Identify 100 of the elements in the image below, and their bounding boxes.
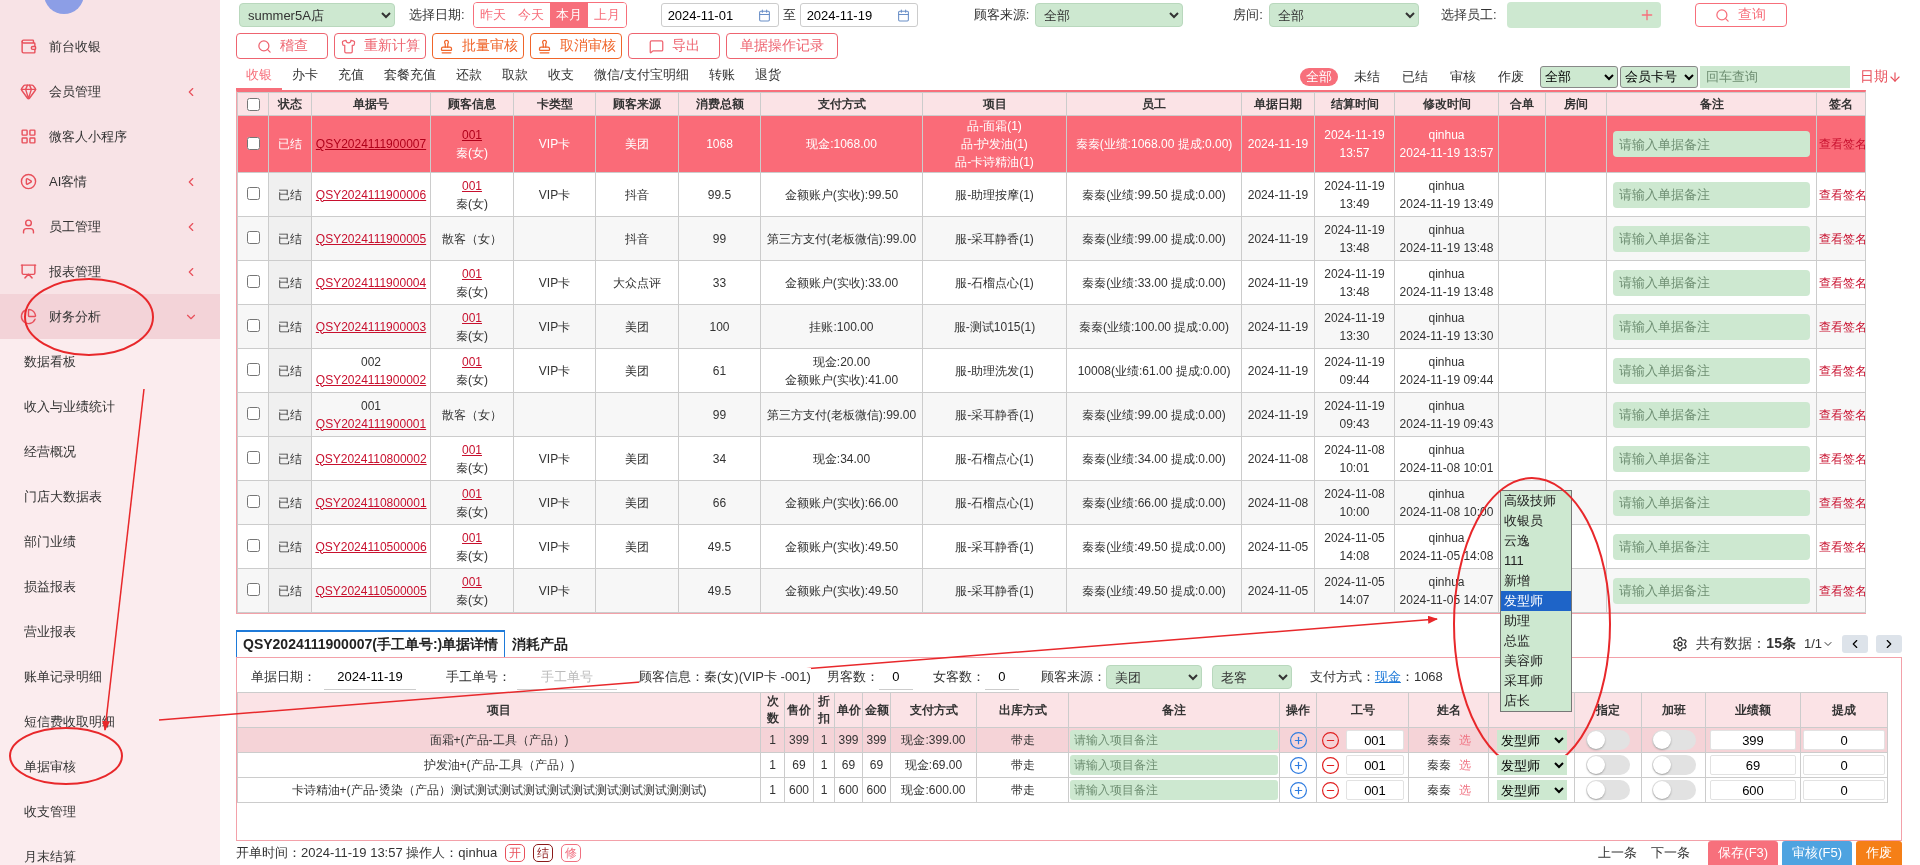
submenu-item[interactable]: 门店大数据表 <box>0 474 220 519</box>
customer-code-link[interactable]: 001 <box>462 440 482 459</box>
note-input[interactable]: 请输入单据备注 <box>1613 269 1810 296</box>
dropdown-option[interactable]: 新增 <box>1501 571 1571 591</box>
status-cell[interactable]: 已结 <box>268 480 312 525</box>
row-checkbox[interactable] <box>247 539 260 552</box>
row-checkbox[interactable] <box>247 495 260 508</box>
remove-icon[interactable] <box>1321 755 1340 775</box>
payment-link[interactable]: 现金 <box>1374 668 1401 686</box>
tab[interactable]: 套餐充值 <box>374 64 446 90</box>
submenu-item[interactable]: 部门业绩 <box>0 519 220 564</box>
customer-code-link[interactable]: 001 <box>462 352 482 371</box>
item-note-input[interactable]: 请输入项目备注 <box>1070 730 1278 750</box>
submenu-item[interactable]: 账单记录明细 <box>0 654 220 699</box>
role-select[interactable]: 发型师 <box>1496 780 1567 800</box>
status-cell[interactable]: 已结 <box>268 524 312 569</box>
customer-type-select[interactable]: 老客 <box>1211 665 1292 689</box>
status-select[interactable]: 全部 <box>1540 65 1618 88</box>
select-all-checkbox[interactable] <box>247 97 260 111</box>
status-filter[interactable]: 已结 <box>1396 67 1434 86</box>
search-type-select[interactable]: 会员卡号 <box>1620 65 1698 88</box>
submenu-item[interactable]: 收入与业绩统计 <box>0 384 220 429</box>
item-cell[interactable]: 面霜+(产品-工具（产品）) <box>237 727 761 753</box>
dropdown-option[interactable]: 采耳师 <box>1501 671 1571 691</box>
dropdown-option[interactable]: 助理 <box>1501 611 1571 631</box>
search-input[interactable]: 回车查询 <box>1700 65 1850 88</box>
toggle-switch[interactable] <box>1651 755 1696 775</box>
tab[interactable]: 微信/支付宝明细 <box>584 64 699 90</box>
remove-icon[interactable] <box>1321 730 1340 750</box>
commission-input[interactable]: 0 <box>1803 755 1885 775</box>
order-number-link[interactable]: QSY2024111900002 <box>315 370 427 389</box>
detail-tab[interactable]: 消耗产品 <box>505 630 576 657</box>
customer-code-link[interactable]: 001 <box>462 264 482 283</box>
note-input[interactable]: 请输入单据备注 <box>1613 357 1810 384</box>
customer-code-link[interactable]: 001 <box>462 528 482 547</box>
row-checkbox[interactable] <box>247 187 260 200</box>
detail-tab[interactable]: QSY2024111900007(手工单号:)单据详情 <box>236 630 506 657</box>
dropdown-option[interactable]: 高级技师 <box>1501 491 1571 511</box>
tab[interactable]: 还款 <box>446 64 492 90</box>
date-to-field[interactable]: 2024-11-19 <box>799 3 918 27</box>
item-cell[interactable]: 护发油+(产品-工具（产品）) <box>237 752 761 778</box>
row-checkbox[interactable] <box>247 363 260 376</box>
note-input[interactable]: 请输入单据备注 <box>1613 313 1810 340</box>
tab[interactable]: 收支 <box>538 64 584 90</box>
staff-number-input[interactable]: 001 <box>1346 755 1404 775</box>
submenu-item[interactable]: 经营概况 <box>0 429 220 474</box>
role-select[interactable]: 发型师 <box>1496 755 1567 775</box>
toggle-switch[interactable] <box>1651 730 1696 750</box>
staff-field[interactable] <box>1506 2 1661 28</box>
performance-input[interactable]: 600 <box>1710 780 1796 800</box>
staff-number-input[interactable]: 001 <box>1346 730 1404 750</box>
item-note-input[interactable]: 请输入项目备注 <box>1070 755 1278 775</box>
row-checkbox[interactable] <box>247 275 260 288</box>
date-input[interactable]: 2024-11-19 <box>806 7 897 23</box>
nav-link[interactable]: 上一条 <box>1598 844 1638 862</box>
source-select[interactable]: 全部 <box>1035 3 1184 27</box>
settings-icon[interactable] <box>1672 635 1689 652</box>
note-input[interactable]: 请输入单据备注 <box>1613 533 1810 560</box>
status-cell[interactable]: 已结 <box>268 304 312 349</box>
dropdown-option[interactable]: 云逸 <box>1501 531 1571 551</box>
room-select[interactable]: 全部 <box>1268 3 1419 27</box>
page-select[interactable]: 1/1 <box>1803 636 1834 651</box>
note-input[interactable]: 请输入单据备注 <box>1613 181 1810 208</box>
performance-input[interactable]: 69 <box>1710 755 1796 775</box>
status-cell[interactable]: 已结 <box>268 436 312 481</box>
dropdown-option[interactable]: 收银员 <box>1501 511 1571 531</box>
item-cell[interactable]: 卡诗精油+(产品-烫染（产品）测试测试测试测试测试测试测试测试测试测测试) <box>237 777 761 803</box>
next-page-button[interactable] <box>1876 634 1902 653</box>
customer-code-link[interactable]: 001 <box>462 484 482 503</box>
nav-item[interactable]: 微客人小程序 <box>0 114 220 159</box>
add-icon[interactable] <box>1288 780 1308 800</box>
customer-code-link[interactable]: 001 <box>462 176 482 195</box>
row-checkbox[interactable] <box>247 231 260 244</box>
note-input[interactable]: 请输入单据备注 <box>1613 401 1810 428</box>
tab[interactable]: 转账 <box>698 64 745 90</box>
toggle-switch[interactable] <box>1586 730 1630 750</box>
status-cell[interactable]: 已结 <box>268 216 312 261</box>
status-filter[interactable]: 审核 <box>1444 67 1482 86</box>
status-cell[interactable]: 已结 <box>268 568 312 613</box>
note-input[interactable]: 请输入单据备注 <box>1613 489 1810 516</box>
toggle-switch[interactable] <box>1586 780 1630 800</box>
nav-link[interactable]: 下一条 <box>1651 844 1691 862</box>
note-input[interactable]: 请输入单据备注 <box>1613 131 1810 157</box>
add-icon[interactable] <box>1288 755 1308 775</box>
status-cell[interactable]: 已结 <box>268 260 312 305</box>
dropdown-option[interactable]: 发型师 <box>1501 591 1571 611</box>
performance-input[interactable]: 399 <box>1710 730 1796 750</box>
status-cell[interactable]: 已结 <box>268 172 312 217</box>
tab[interactable]: 充值 <box>328 64 374 90</box>
staff-number-input[interactable]: 001 <box>1346 780 1404 800</box>
row-checkbox[interactable] <box>247 407 260 420</box>
customer-code-link[interactable]: 001 <box>462 308 482 327</box>
item-note-input[interactable]: 请输入项目备注 <box>1070 780 1278 800</box>
dropdown-option[interactable]: 美容师 <box>1501 651 1571 671</box>
nav-item[interactable]: 前台收银 <box>0 24 220 69</box>
dropdown-option[interactable]: 111 <box>1501 551 1571 571</box>
role-select[interactable]: 发型师 <box>1496 730 1567 750</box>
status-filter[interactable]: 作废 <box>1492 67 1530 86</box>
status-cell[interactable]: 已结 <box>268 392 312 437</box>
sort-link[interactable]: 日期 <box>1860 67 1902 86</box>
